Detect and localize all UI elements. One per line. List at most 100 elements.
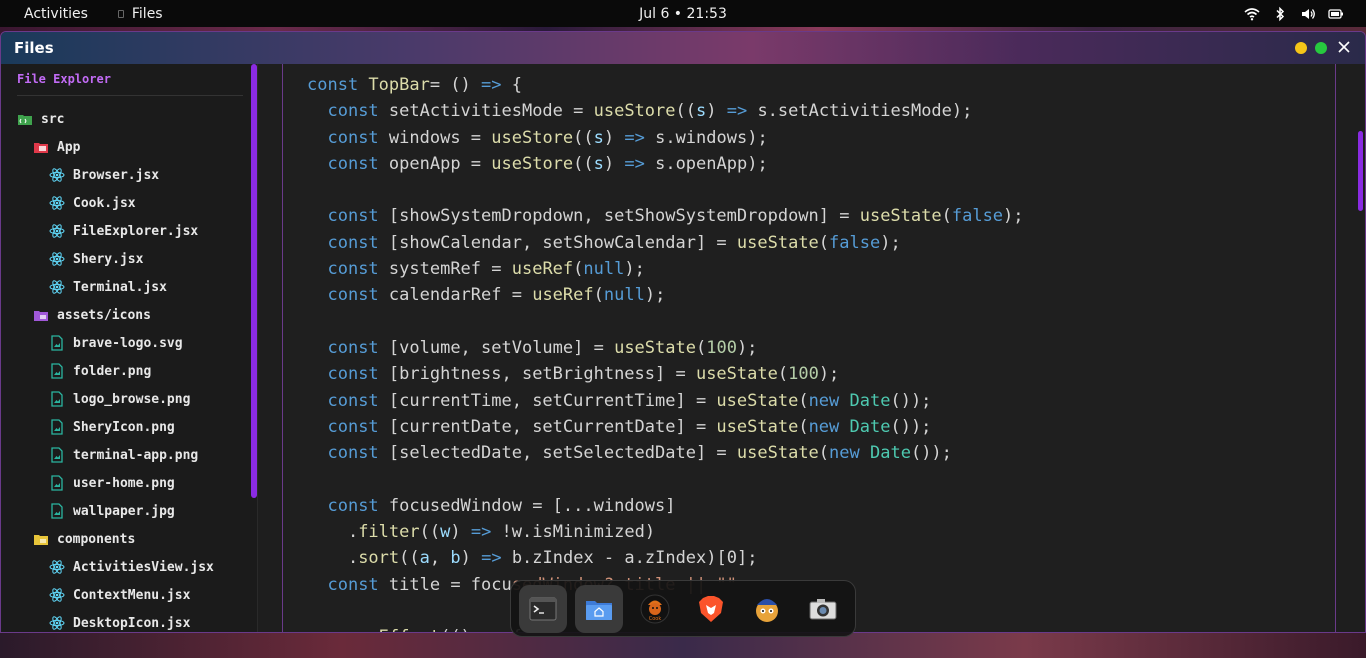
react-file-icon [49, 223, 65, 239]
code-token: . [307, 548, 359, 569]
code-editor[interactable]: const TopBar= () => { const setActivitie… [282, 64, 1336, 632]
code-token: 100 [788, 364, 819, 385]
window-titlebar[interactable]: Files [1, 32, 1365, 64]
code-token: const [327, 101, 389, 122]
tree-file[interactable]: Terminal.jsx [49, 277, 167, 297]
code-line: const [brightness, setBrightness] = useS… [307, 361, 1024, 387]
tree-file[interactable]: SheryIcon.png [49, 417, 175, 437]
image-file-icon [49, 363, 65, 379]
code-token: s [593, 127, 604, 148]
code-token: const [327, 153, 389, 174]
tree-folder[interactable]: components [33, 529, 135, 549]
system-tray[interactable] [1244, 0, 1344, 27]
tree-folder[interactable]: App [33, 137, 80, 157]
assets-folder-icon [33, 307, 49, 323]
code-token: ()); [890, 416, 932, 437]
code-token: useRef [511, 259, 574, 280]
code-line: const openApp = useStore((s) => s.openAp… [307, 151, 1024, 177]
tree-file[interactable]: Shery.jsx [49, 249, 143, 269]
code-token: ( [777, 364, 789, 385]
tree-file[interactable]: brave-logo.svg [49, 333, 183, 353]
dock-terminal[interactable] [519, 584, 567, 633]
tree-file[interactable]: user-home.png [49, 473, 175, 493]
code-token: false [829, 232, 881, 253]
sidebar-scrollbar[interactable] [251, 64, 257, 498]
shery-icon [756, 598, 778, 622]
dock-cook[interactable]: Cook [631, 585, 679, 633]
dock-files[interactable] [575, 584, 623, 633]
close-button[interactable] [1337, 41, 1351, 55]
tree-file[interactable]: logo_browse.png [49, 389, 190, 409]
maximize-button[interactable] [1315, 42, 1327, 54]
clock[interactable]: Jul 6 • 21:53 [0, 6, 1366, 22]
tree-file[interactable]: FileExplorer.jsx [49, 221, 198, 241]
code-token: new [808, 416, 850, 437]
code-token: new [829, 443, 870, 464]
code-token: ); [880, 232, 901, 253]
tree-folder[interactable]: assets/icons [33, 305, 151, 325]
code-token: const [327, 232, 389, 253]
tree-file[interactable]: ContextMenu.jsx [49, 585, 190, 605]
top-bar: Activities Files Jul 6 • 21:53 [0, 0, 1366, 27]
code-token: filter [358, 522, 420, 543]
code-token: const [327, 337, 389, 358]
code-token: title = focu [388, 574, 512, 595]
terminal-icon [529, 597, 557, 620]
react-file-icon [49, 615, 65, 631]
topbar-app-menu[interactable]: Files [117, 6, 163, 22]
dock-camera[interactable] [799, 585, 847, 633]
tree-item-label: SheryIcon.png [73, 419, 175, 435]
dock: Cook [510, 580, 856, 637]
code-token: [brightness, setBrightness] = [388, 364, 696, 385]
code-token: ) [603, 127, 625, 148]
code-token: const [327, 495, 389, 516]
tree-item-label: Shery.jsx [73, 251, 144, 267]
tree-file[interactable]: folder.png [49, 361, 151, 381]
code-line: const setActivitiesMode = useStore((s) =… [307, 98, 1024, 124]
image-file-icon [49, 475, 65, 491]
code-line: const [showSystemDropdown, setShowSystem… [307, 203, 1023, 229]
editor-scrollbar[interactable] [1358, 131, 1363, 211]
tree-file[interactable]: Cook.jsx [49, 193, 136, 213]
minimize-button[interactable] [1295, 42, 1307, 54]
tree-file[interactable]: ActivitiesView.jsx [49, 557, 214, 577]
activities-button[interactable]: Activities [24, 6, 88, 22]
code-token: ); [818, 364, 840, 385]
tree-file[interactable]: wallpaper.jpg [49, 501, 175, 521]
battery-icon [1328, 8, 1343, 19]
code-token: ( [695, 337, 707, 358]
tree-file[interactable]: DesktopIcon.jsx [49, 613, 191, 632]
code-line: const [currentTime, setCurrentTime] = us… [307, 388, 1024, 414]
image-file-icon [49, 391, 65, 407]
tree-folder[interactable]: src [17, 109, 64, 129]
code-token: ); [736, 337, 758, 358]
code-token: [currentDate, setCurrentDate] = [388, 416, 717, 437]
tree-file[interactable]: Browser.jsx [49, 165, 159, 185]
code-token: useState [716, 390, 799, 411]
code-token: => [470, 522, 492, 543]
code-token: ( [798, 390, 809, 411]
code-line: .sort((a, b) => b.zIndex - a.zIndex)[0]; [307, 545, 1024, 571]
dock-brave[interactable] [687, 585, 735, 633]
code-token: useState [736, 443, 819, 464]
code-token: const [327, 259, 389, 280]
code-token: w [440, 522, 451, 543]
window-controls [1295, 41, 1351, 55]
code-line: const TopBar= () => { [307, 72, 1024, 98]
code-token: ( [818, 232, 830, 253]
code-token: TopBar [368, 75, 430, 95]
react-file-icon [49, 195, 65, 211]
code-token: const [327, 127, 389, 148]
code-token: const [307, 75, 369, 95]
tree-item-label: DesktopIcon.jsx [73, 615, 191, 631]
dock-shery[interactable] [743, 585, 791, 633]
tree-file[interactable]: terminal-app.png [49, 445, 198, 465]
volume-icon [1302, 8, 1315, 19]
code-token: !w.isMinimized) [491, 522, 656, 543]
